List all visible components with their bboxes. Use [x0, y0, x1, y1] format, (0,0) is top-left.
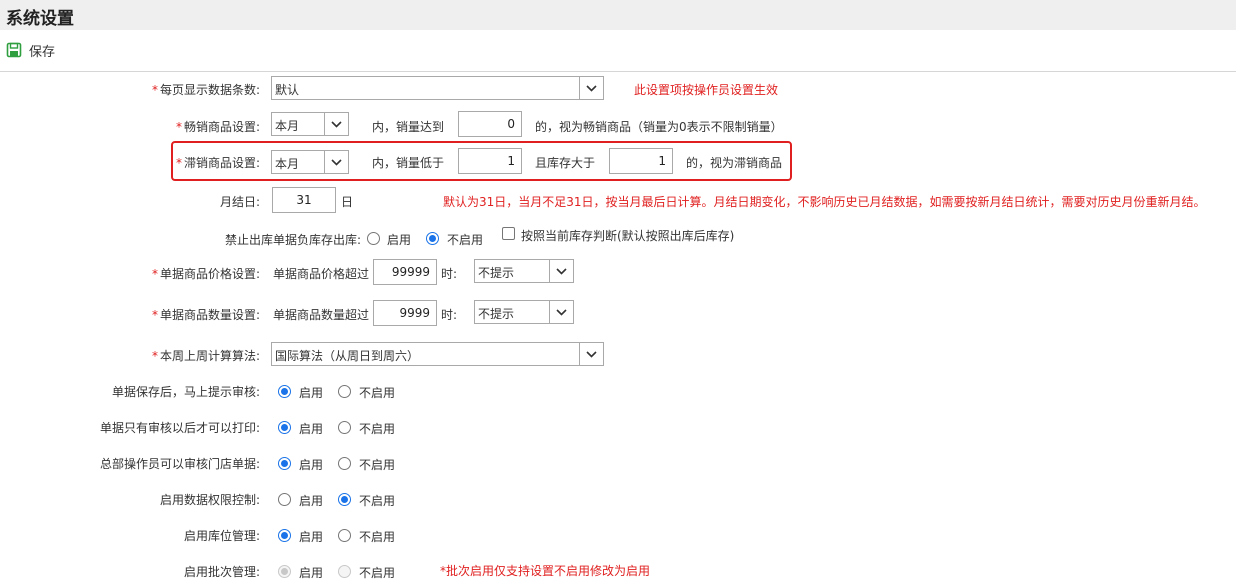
neg-stock-check-label: 按照当前库存判断(默认按照出库后库存): [521, 229, 735, 243]
print-after-audit-off-radio[interactable]: [338, 421, 351, 434]
print-after-audit-on-radio[interactable]: [278, 421, 291, 434]
month-end-label: 月结日:: [219, 195, 260, 209]
chevron-down-icon: [549, 260, 573, 282]
print-after-audit-label: 单据只有审核以后才可以打印:: [99, 421, 260, 435]
data-perm-on-radio[interactable]: [278, 493, 291, 506]
audit-prompt-off-radio[interactable]: [338, 385, 351, 398]
month-end-note: 默认为31日，当月不足31日，按当月最后日计算。月结日期变化，不影响历史已月结数…: [443, 195, 1206, 209]
week-select[interactable]: 国际算法（从周日到周六）: [271, 342, 604, 366]
price-text2: 时:: [441, 267, 458, 281]
month-end-input[interactable]: 31: [272, 187, 336, 213]
price-action-select[interactable]: 不提示: [474, 259, 574, 283]
qty-text2: 时:: [441, 308, 458, 322]
page-size-label: * 每页显示数据条数:: [151, 83, 260, 97]
qty-action-select[interactable]: 不提示: [474, 300, 574, 324]
bestseller-text1: 内，销量达到: [372, 120, 445, 134]
batch-note: *批次启用仅支持设置不启用修改为启用: [440, 564, 651, 578]
page-title: 系统设置: [6, 9, 74, 29]
data-perm-off-radio[interactable]: [338, 493, 351, 506]
hq-audit-label: 总部操作员可以审核门店单据:: [99, 457, 260, 471]
print-after-audit-on-label: 启用: [299, 422, 324, 436]
slowseller-text1: 内，销量低于: [372, 156, 445, 170]
neg-stock-label: 禁止出库单据负库存出库:: [224, 233, 361, 247]
data-perm-off-label: 不启用: [359, 494, 396, 508]
save-button[interactable]: 保存: [6, 40, 55, 60]
page-size-value: 默认: [275, 83, 300, 97]
audit-prompt-label: 单据保存后，马上提示审核:: [111, 385, 260, 399]
hq-audit-off-radio[interactable]: [338, 457, 351, 470]
slowseller-period-value: 本月: [275, 157, 300, 171]
audit-prompt-on-radio[interactable]: [278, 385, 291, 398]
month-end-unit: 日: [341, 195, 354, 209]
price-input[interactable]: 99999: [373, 259, 437, 285]
batch-on-radio: [278, 565, 291, 578]
print-after-audit-off-label: 不启用: [359, 422, 396, 436]
week-label: * 本周上周计算算法:: [151, 349, 260, 363]
save-icon: [6, 42, 22, 58]
bestseller-text2: 的，视为畅销商品（销量为0表示不限制销量）: [535, 120, 783, 134]
price-action-value: 不提示: [478, 266, 515, 280]
chevron-down-icon: [324, 113, 348, 135]
neg-stock-on-label: 启用: [387, 233, 412, 247]
neg-stock-off-radio[interactable]: [426, 232, 439, 245]
batch-off-radio: [338, 565, 351, 578]
hq-audit-on-label: 启用: [299, 458, 324, 472]
save-button-label: 保存: [29, 44, 56, 60]
hq-audit-off-label: 不启用: [359, 458, 396, 472]
qty-label: * 单据商品数量设置:: [151, 308, 260, 322]
chevron-down-icon: [579, 77, 603, 99]
location-off-radio[interactable]: [338, 529, 351, 542]
chevron-down-icon: [549, 301, 573, 323]
price-label: * 单据商品价格设置:: [151, 267, 260, 281]
data-perm-label: 启用数据权限控制:: [159, 493, 260, 507]
slowseller-text3: 的，视为滞销商品: [686, 156, 783, 170]
neg-stock-on-radio[interactable]: [367, 232, 380, 245]
slowseller-stock-input[interactable]: 1: [609, 148, 673, 174]
hq-audit-on-radio[interactable]: [278, 457, 291, 470]
location-label: 启用库位管理:: [183, 529, 260, 543]
bestseller-period-select[interactable]: 本月: [271, 112, 349, 136]
batch-on-label: 启用: [299, 566, 324, 580]
page-size-note: 此设置项按操作员设置生效: [634, 83, 779, 97]
batch-off-label: 不启用: [359, 566, 396, 580]
bestseller-qty-input[interactable]: 0: [458, 111, 522, 137]
qty-action-value: 不提示: [478, 307, 515, 321]
slowseller-label: * 滞销商品设置:: [175, 156, 260, 170]
location-on-radio[interactable]: [278, 529, 291, 542]
neg-stock-off-label: 不启用: [447, 233, 484, 247]
audit-prompt-on-label: 启用: [299, 386, 324, 400]
location-off-label: 不启用: [359, 530, 396, 544]
location-on-label: 启用: [299, 530, 324, 544]
neg-stock-checkbox[interactable]: [502, 227, 515, 240]
week-value: 国际算法（从周日到周六）: [275, 349, 420, 363]
chevron-down-icon: [324, 151, 348, 173]
qty-text1: 单据商品数量超过: [273, 308, 370, 322]
title-bar: 系统设置: [0, 0, 1236, 30]
audit-prompt-off-label: 不启用: [359, 386, 396, 400]
slowseller-period-select[interactable]: 本月: [271, 150, 349, 174]
chevron-down-icon: [579, 343, 603, 365]
page-size-select[interactable]: 默认: [271, 76, 604, 100]
bestseller-period-value: 本月: [275, 119, 300, 133]
price-text1: 单据商品价格超过: [273, 267, 370, 281]
batch-label: 启用批次管理:: [183, 565, 260, 579]
toolbar: 保存: [0, 30, 1236, 72]
qty-input[interactable]: 9999: [373, 300, 437, 326]
slowseller-text2: 且库存大于: [535, 156, 596, 170]
data-perm-on-label: 启用: [299, 494, 324, 508]
slowseller-qty-input[interactable]: 1: [458, 148, 522, 174]
bestseller-label: * 畅销商品设置:: [175, 120, 260, 134]
